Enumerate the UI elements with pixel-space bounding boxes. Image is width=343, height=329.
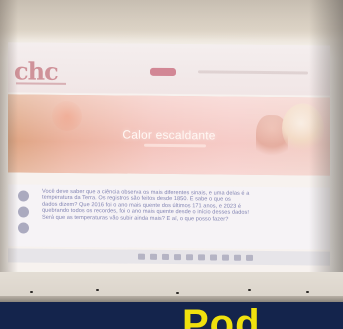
taskbar-app-icon[interactable] (174, 254, 181, 261)
projected-screen-photo: chc Calor escaldante Você deve saber que… (0, 0, 343, 329)
taskbar-app-icon[interactable] (138, 253, 145, 260)
twitter-icon[interactable] (18, 206, 29, 218)
wall-mark (30, 291, 33, 293)
taskbar-app-icon[interactable] (150, 253, 157, 260)
taskbar-app-icon[interactable] (198, 254, 205, 261)
taskbar-app-icon[interactable] (186, 254, 193, 261)
caption-band (0, 302, 343, 329)
article-subtitle (144, 143, 206, 148)
caption-text: Pod (182, 302, 261, 329)
article-banner: Calor escaldante (8, 94, 330, 176)
nav-highlight-button[interactable] (150, 67, 176, 77)
site-header: chc (8, 42, 330, 96)
article-body: Você deve saber que a ciência observa os… (8, 184, 330, 250)
taskbar-app-icon[interactable] (222, 254, 229, 261)
whatsapp-icon[interactable] (18, 222, 29, 234)
taskbar-app-icon[interactable] (234, 254, 241, 261)
taskbar-app-icon[interactable] (246, 254, 253, 261)
wall-mark (96, 289, 99, 291)
wall-mark (176, 292, 179, 294)
facebook-icon[interactable] (18, 190, 29, 202)
taskbar-app-icon[interactable] (210, 254, 217, 261)
ceiling-shadow (0, 0, 343, 40)
nav-menu[interactable] (198, 70, 308, 75)
wall-mark (306, 291, 309, 293)
taskbar (8, 248, 330, 266)
wall-mark (248, 289, 251, 291)
site-logo[interactable]: chc (14, 56, 58, 85)
right-wall-shadow (309, 0, 343, 300)
taskbar-app-icon[interactable] (162, 253, 169, 260)
left-wall-shadow (0, 0, 18, 300)
projected-webpage: chc Calor escaldante Você deve saber que… (8, 42, 330, 274)
article-paragraph: Você deve saber que a ciência observa os… (42, 189, 318, 224)
